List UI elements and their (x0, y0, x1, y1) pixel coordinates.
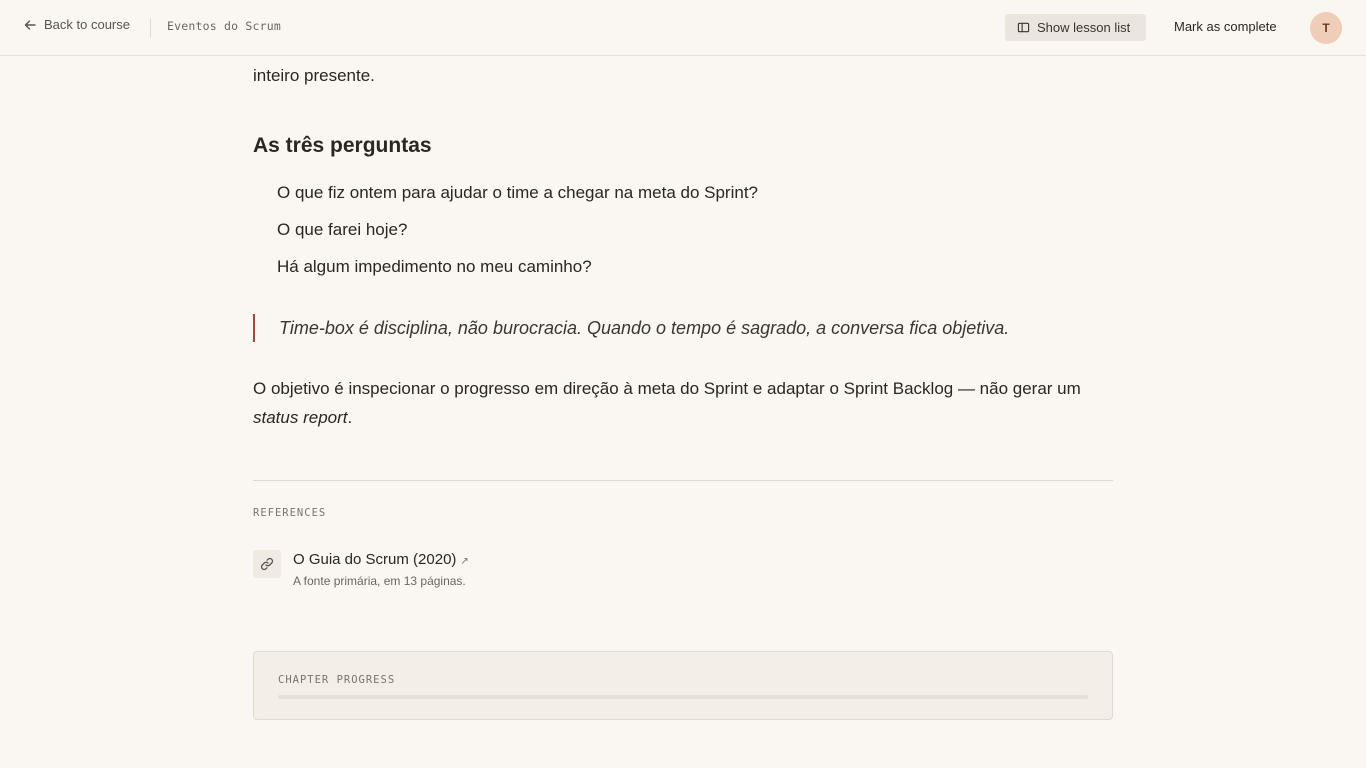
closing-paragraph-text: O objetivo é inspecionar o progresso em … (253, 379, 1081, 398)
external-link-icon: ↗ (460, 556, 469, 567)
link-icon (260, 557, 274, 571)
chapter-progress-label: CHAPTER PROGRESS (278, 674, 396, 686)
pull-quote: Time-box é disciplina, não burocracia. Q… (253, 314, 1009, 342)
reference-title: O Guia do Scrum (2020) ↗ (293, 551, 469, 568)
show-lesson-list-button[interactable]: Show lesson list (1005, 14, 1146, 41)
section-divider (253, 480, 1113, 481)
avatar[interactable]: T (1310, 12, 1342, 44)
list-item: O que fiz ontem para ajudar o time a che… (277, 183, 758, 202)
chapter-progress-bar (278, 695, 1088, 699)
arrow-left-icon (24, 19, 36, 30)
header-divider (150, 18, 151, 38)
chapter-progress-card: CHAPTER PROGRESS (253, 651, 1113, 720)
section-heading: As três perguntas (253, 134, 432, 157)
reference-icon-box (253, 550, 281, 578)
sidebar-panel-icon (1017, 22, 1030, 33)
paragraph-continuation: inteiro presente. (253, 66, 375, 85)
list-item: O que farei hoje? (277, 220, 408, 239)
references-label: REFERENCES (253, 507, 327, 519)
reference-title-text: O Guia do Scrum (2020) (293, 551, 457, 568)
chapter-title: Eventos do Scrum (167, 19, 281, 33)
mark-as-complete-button[interactable]: Mark as complete (1174, 19, 1277, 34)
closing-emphasis: status report (253, 408, 348, 427)
back-to-course-label: Back to course (44, 17, 130, 32)
closing-paragraph: O objetivo é inspecionar o progresso em … (253, 374, 1115, 432)
closing-period: . (347, 408, 353, 427)
reference-description: A fonte primária, em 13 páginas. (293, 574, 466, 588)
list-item: Há algum impedimento no meu caminho? (277, 257, 592, 276)
show-lesson-list-label: Show lesson list (1037, 20, 1131, 35)
questions-list: O que fiz ontem para ajudar o time a che… (277, 179, 758, 290)
back-to-course-link[interactable]: Back to course (23, 17, 130, 32)
reference-link[interactable]: O Guia do Scrum (2020) ↗ A fonte primária… (253, 550, 653, 592)
top-bar: Back to course Eventos do Scrum Show les… (0, 0, 1366, 56)
